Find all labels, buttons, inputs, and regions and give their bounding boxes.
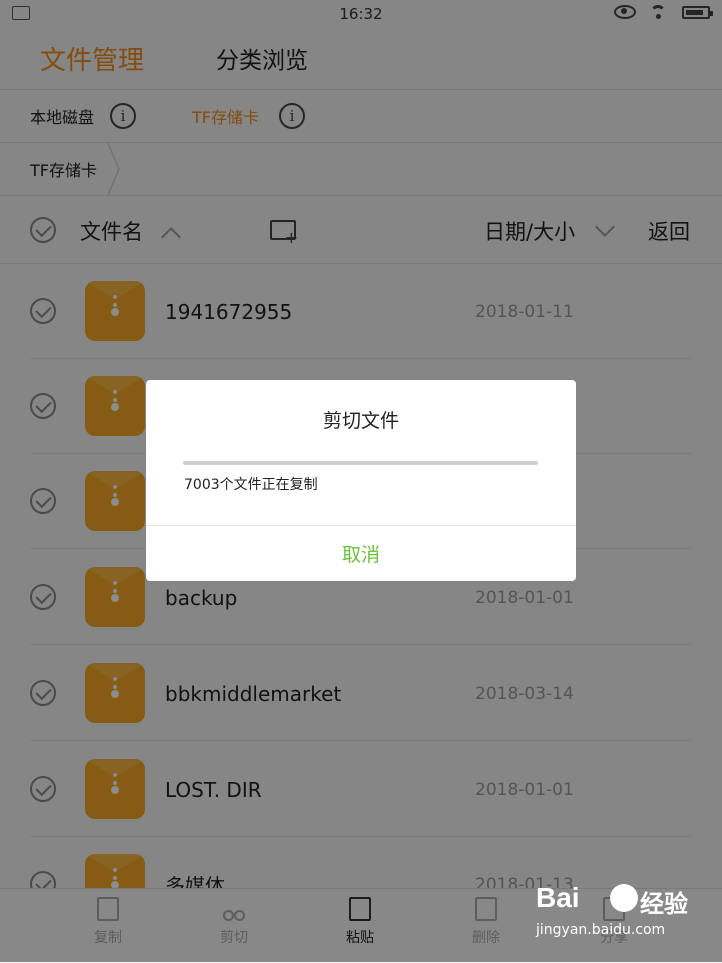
watermark-brand-cn: 经验 [640,890,688,918]
progress-bar [183,461,538,465]
dialog-title: 剪切文件 [322,410,399,432]
cancel-button[interactable]: 取消 [146,526,576,581]
watermark-url: jingyan.baidu.com [536,922,666,938]
watermark-brand: Bai [536,882,580,913]
paw-logo-icon [610,884,638,912]
cut-progress-dialog: 剪切文件 7003个文件正在复制 取消 [146,380,576,581]
baidu-watermark: Bai 经验 jingyan.baidu.com [536,882,696,944]
dialog-status: 7003个文件正在复制 [184,477,318,493]
